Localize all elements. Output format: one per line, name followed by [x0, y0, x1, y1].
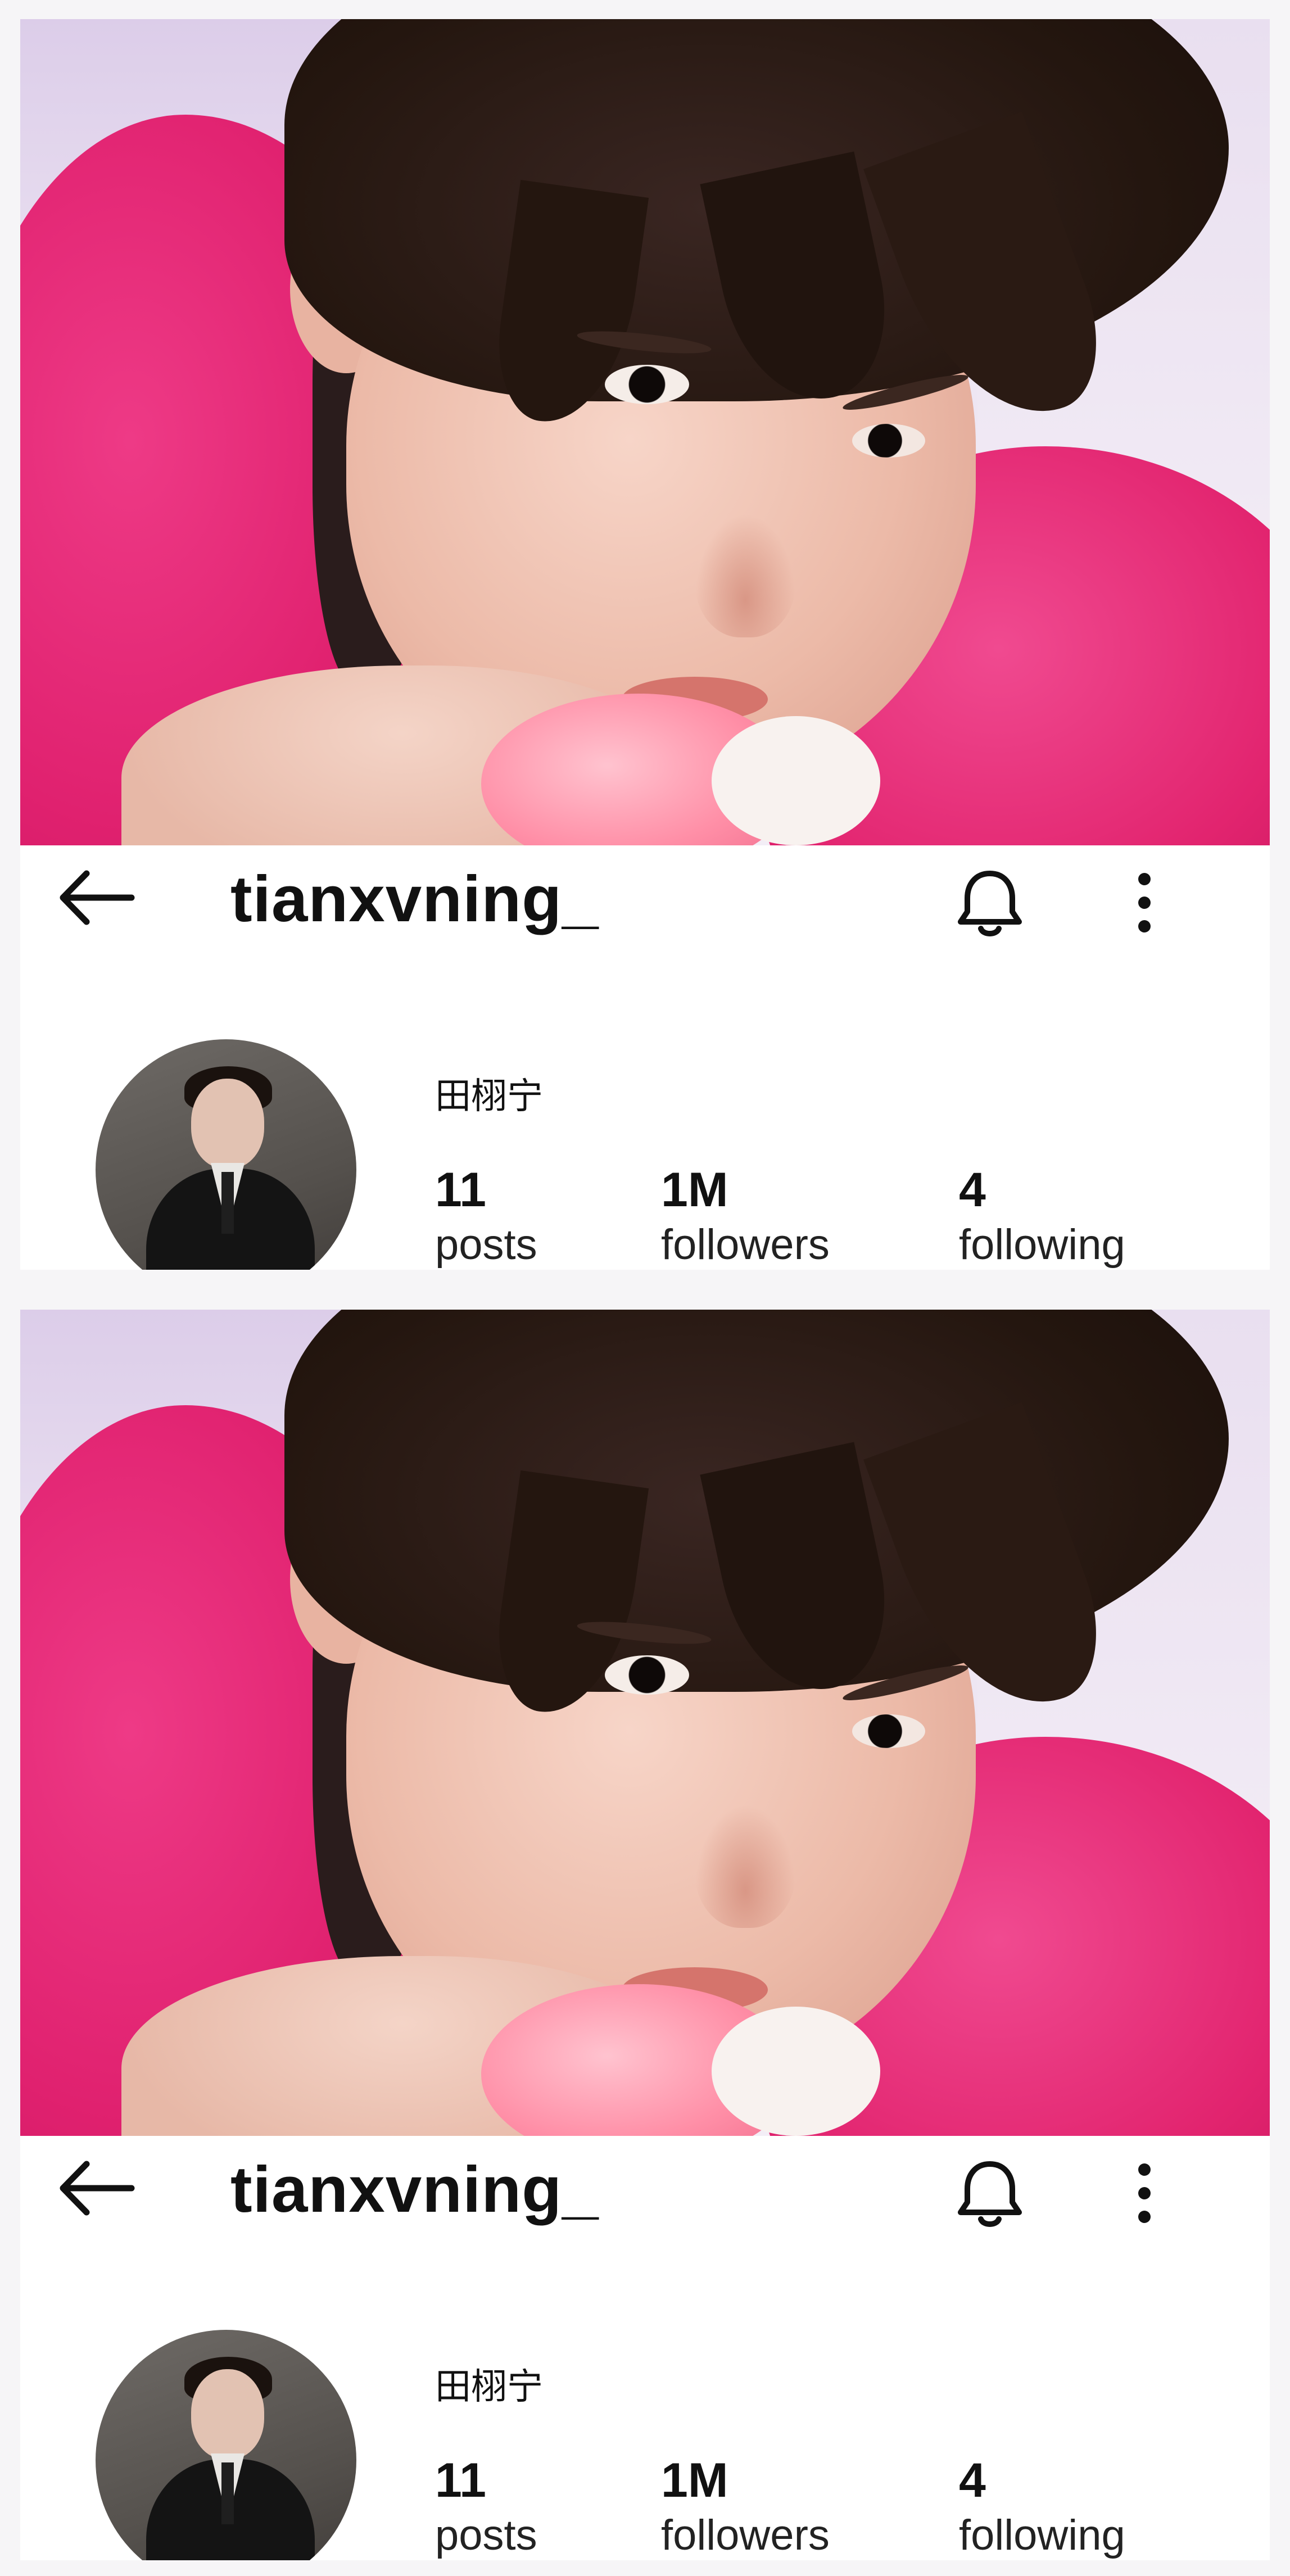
following-label: following — [959, 2511, 1125, 2559]
profile-summary: 田栩宁 11 posts 1M followers 4 following — [20, 2237, 1270, 2560]
arrow-left-icon — [60, 870, 135, 925]
back-button[interactable] — [54, 867, 138, 929]
profile-header: tianxvning_ — [20, 851, 1270, 947]
bell-icon — [958, 871, 1022, 936]
posts-label: posts — [435, 2511, 537, 2559]
posts-stat[interactable]: 11 posts — [435, 1163, 537, 1270]
following-count: 4 — [959, 2453, 986, 2507]
more-options-button[interactable] — [1122, 2154, 1167, 2233]
posts-count: 11 — [435, 2453, 486, 2507]
avatar[interactable] — [96, 1039, 356, 1270]
username-title: tianxvning_ — [230, 2153, 599, 2226]
notifications-button[interactable] — [950, 863, 1029, 942]
posts-count: 11 — [435, 1163, 486, 1217]
notifications-button[interactable] — [950, 2154, 1029, 2233]
posts-label: posts — [435, 1221, 537, 1269]
arrow-left-icon — [60, 2161, 135, 2216]
followers-count: 1M — [661, 2453, 728, 2507]
cover-photo — [20, 19, 1270, 845]
cover-photo — [20, 1310, 1270, 2136]
following-stat[interactable]: 4 following — [959, 2453, 1125, 2560]
bell-icon — [958, 2161, 1022, 2227]
following-label: following — [959, 1221, 1125, 1269]
profile-screen-1: tianxvning_ 田栩宁 11 posts 1M followers 4 … — [20, 19, 1270, 1270]
username-title: tianxvning_ — [230, 862, 599, 935]
back-button[interactable] — [54, 2157, 138, 2219]
profile-screen-2: tianxvning_ 田栩宁 11 posts 1M followers 4 … — [20, 1310, 1270, 2560]
more-vertical-icon — [1138, 873, 1151, 932]
display-name: 田栩宁 — [435, 1076, 543, 1117]
followers-label: followers — [661, 1221, 830, 1269]
following-stat[interactable]: 4 following — [959, 1163, 1125, 1270]
more-vertical-icon — [1138, 2163, 1151, 2223]
posts-stat[interactable]: 11 posts — [435, 2453, 537, 2560]
followers-label: followers — [661, 2511, 830, 2559]
profile-summary: 田栩宁 11 posts 1M followers 4 following — [20, 947, 1270, 1270]
followers-stat[interactable]: 1M followers — [661, 2453, 830, 2560]
avatar[interactable] — [96, 2330, 356, 2560]
profile-header: tianxvning_ — [20, 2142, 1270, 2237]
followers-count: 1M — [661, 1163, 728, 1217]
display-name: 田栩宁 — [435, 2366, 543, 2408]
following-count: 4 — [959, 1163, 986, 1217]
followers-stat[interactable]: 1M followers — [661, 1163, 830, 1270]
more-options-button[interactable] — [1122, 863, 1167, 942]
screenshot-page: tianxvning_ 田栩宁 11 posts 1M followers 4 … — [0, 0, 1290, 2576]
